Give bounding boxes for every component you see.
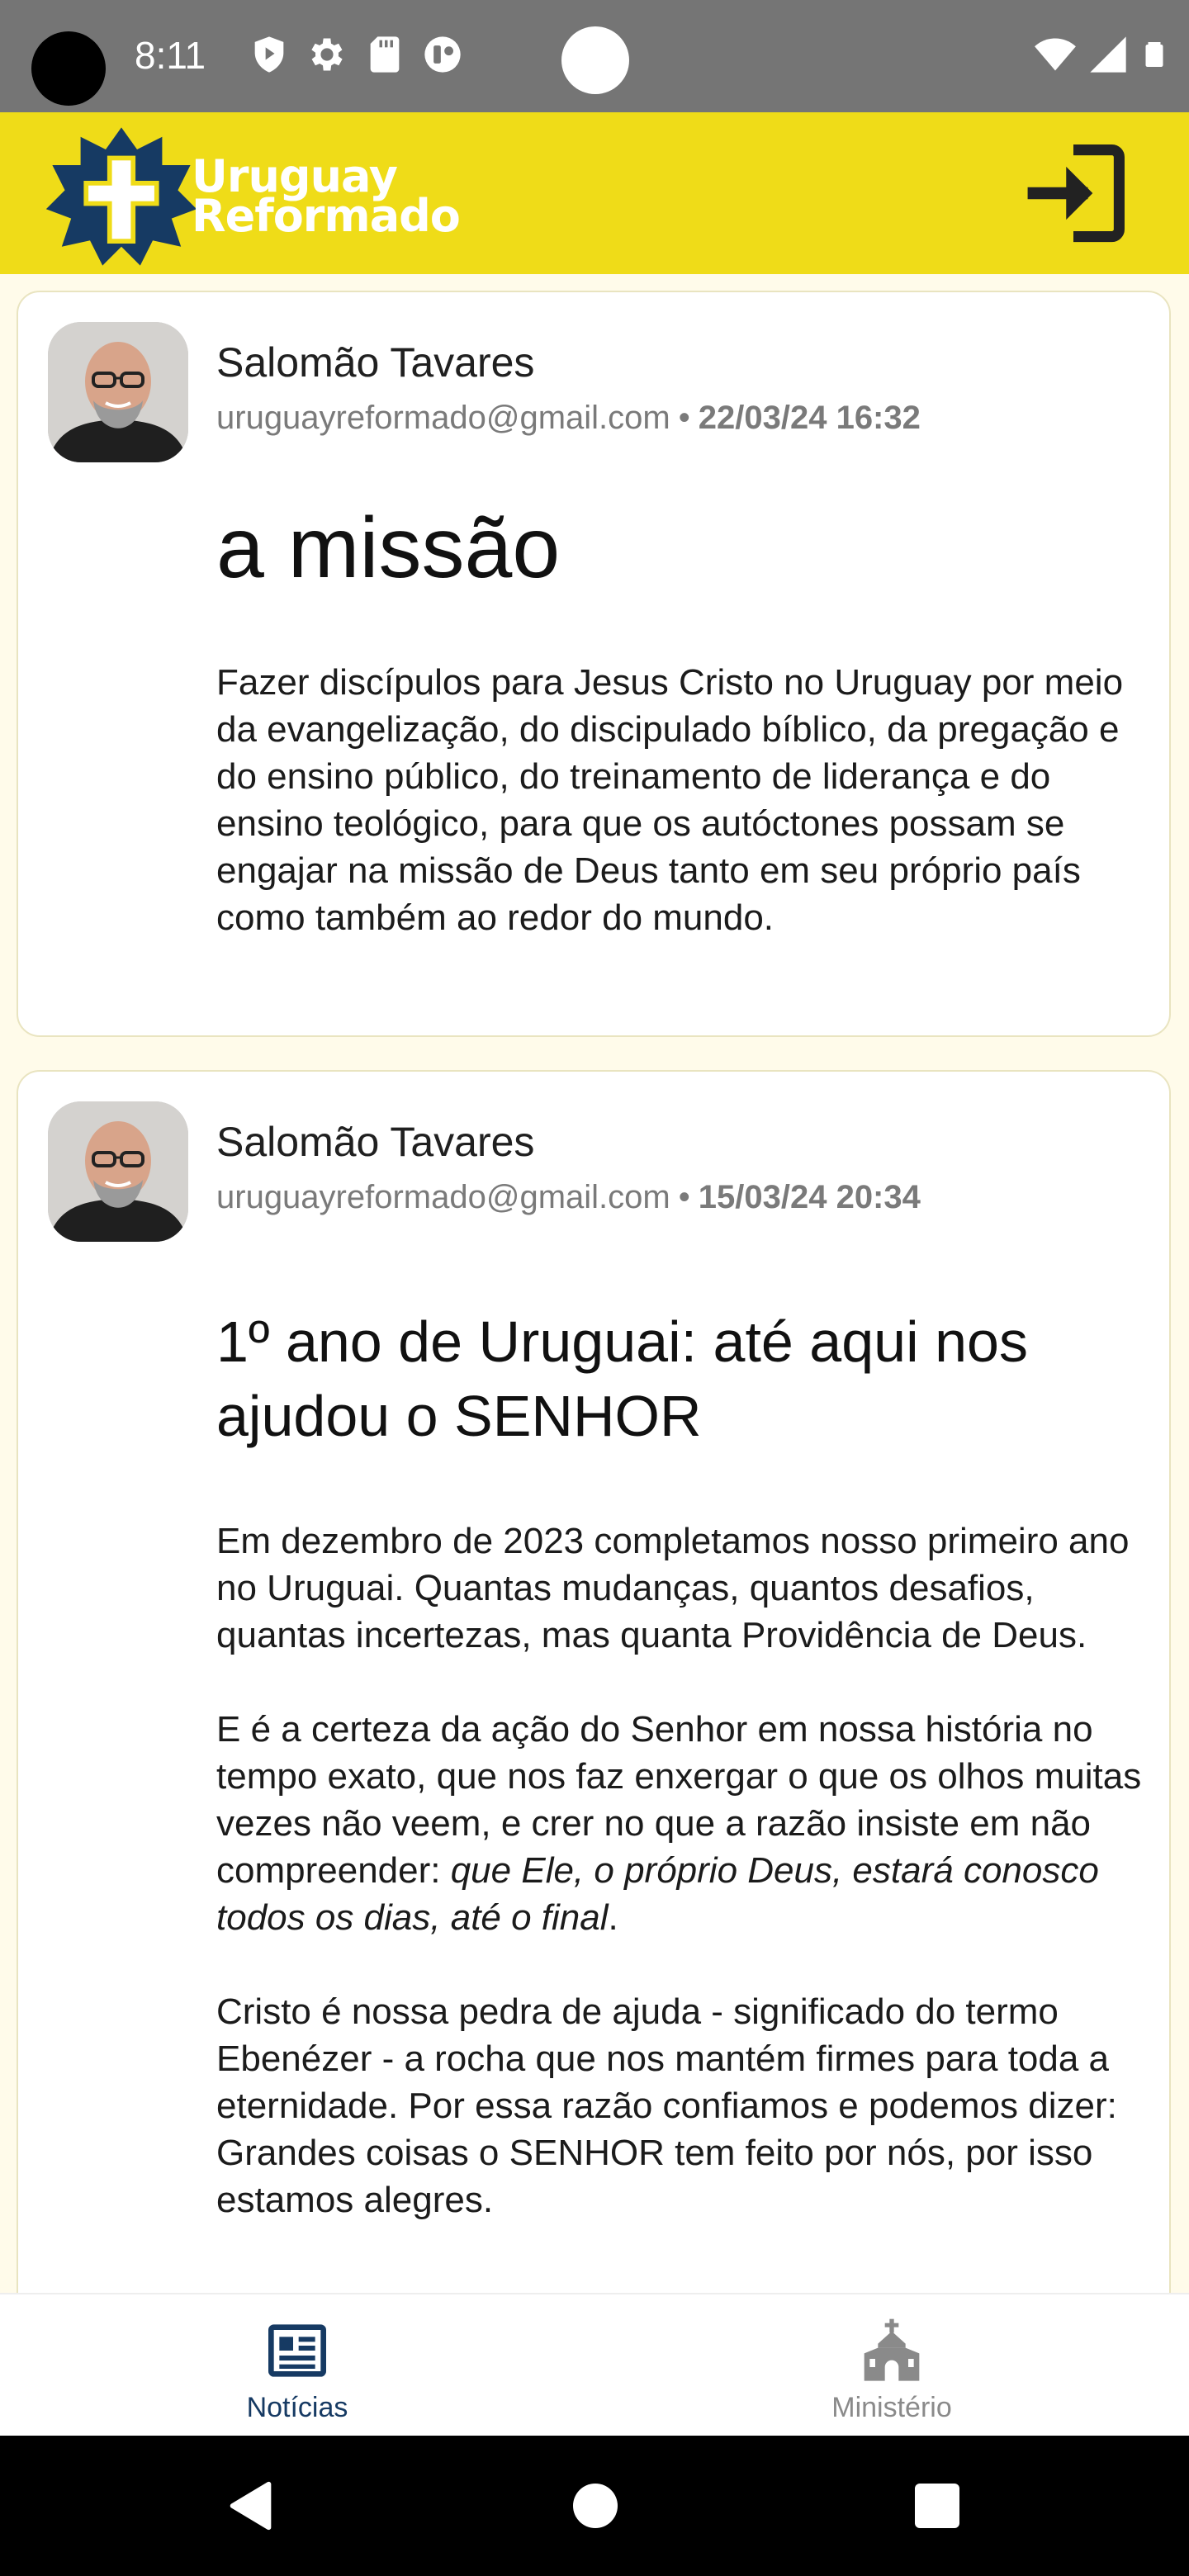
- status-time: 8:11: [135, 34, 206, 77]
- post-paragraph: Fazer discípulos para Jesus Cristo no Ur…: [216, 662, 1124, 938]
- post-date: 15/03/24 20:34: [698, 1179, 921, 1215]
- avatar: [48, 1101, 188, 1242]
- post-paragraph: E é a certeza da ação do Senhor em nossa…: [216, 1706, 1158, 1941]
- newspaper-icon: [268, 2324, 326, 2377]
- post-author: Salomão Tavares: [216, 339, 535, 386]
- avatar: [48, 322, 188, 462]
- wifi-icon: [1035, 38, 1076, 71]
- logo-cross-sun-icon: [45, 127, 197, 266]
- vpn-key-icon: [424, 36, 461, 73]
- status-bar: 8:11: [0, 0, 1189, 112]
- post-title: a missão: [216, 500, 561, 596]
- tab-label: Notícias: [246, 2392, 348, 2423]
- back-icon[interactable]: [223, 2477, 281, 2535]
- author-photo-icon: [48, 322, 188, 462]
- post-email: uruguayreformado@gmail.com: [216, 400, 670, 436]
- signal-icon: [1090, 36, 1126, 73]
- app-logo[interactable]: Uruguay Reformado: [43, 124, 461, 269]
- post-paragraph: Em dezembro de 2023 completamos nosso pr…: [216, 1521, 1130, 1655]
- logo-line-2: Reformado: [192, 190, 461, 242]
- post-body: Fazer discípulos para Jesus Cristo no Ur…: [216, 659, 1158, 988]
- bottom-navigation: Notícias Ministério: [0, 2293, 1189, 2437]
- camera-cutout: [31, 31, 106, 106]
- login-icon[interactable]: [1016, 135, 1131, 251]
- logo-text: Uruguay Reformado: [192, 154, 461, 242]
- gear-icon: [311, 38, 343, 71]
- post-meta: uruguayreformado@gmail.com • 15/03/24 20:3…: [216, 1179, 921, 1216]
- battery-icon: [1145, 42, 1163, 67]
- tab-ministerio[interactable]: Ministério: [594, 2294, 1189, 2437]
- news-feed[interactable]: Salomão Tavares uruguayreformado@gmail.c…: [0, 274, 1189, 2293]
- paragraph-period: .: [608, 1897, 618, 1938]
- post-body: Em dezembro de 2023 completamos nosso pr…: [216, 1518, 1158, 2271]
- post-date: 22/03/24 16:32: [698, 400, 921, 436]
- recents-icon[interactable]: [915, 2484, 959, 2528]
- church-icon: [864, 2318, 920, 2381]
- post-author: Salomão Tavares: [216, 1119, 535, 1165]
- post-title: 1º ano de Uruguai: até aqui nos ajudou o…: [216, 1309, 1028, 1448]
- status-icons-left: [248, 33, 464, 76]
- tab-noticias[interactable]: Notícias: [0, 2294, 594, 2437]
- status-icons-right: [1034, 33, 1169, 76]
- post-meta: uruguayreformado@gmail.com • 22/03/24 16:3…: [216, 400, 921, 437]
- system-navigation-bar: [0, 2436, 1189, 2576]
- post-card[interactable]: Salomão Tavares uruguayreformado@gmail.c…: [17, 1070, 1171, 2293]
- post-email: uruguayreformado@gmail.com: [216, 1179, 670, 1215]
- tab-label: Ministério: [831, 2392, 952, 2423]
- author-photo-icon: [48, 1101, 188, 1242]
- home-icon[interactable]: [573, 2484, 618, 2528]
- sd-card-icon: [370, 36, 400, 73]
- post-paragraph: Cristo é nossa pedra de ajuda - signific…: [216, 1991, 1117, 2220]
- post-card[interactable]: Salomão Tavares uruguayreformado@gmail.c…: [17, 291, 1171, 1037]
- front-camera: [561, 26, 629, 94]
- play-shield-icon: [254, 36, 284, 73]
- meta-separator: •: [678, 1179, 690, 1215]
- meta-separator: •: [678, 400, 690, 436]
- app-bar: Uruguay Reformado: [0, 112, 1189, 274]
